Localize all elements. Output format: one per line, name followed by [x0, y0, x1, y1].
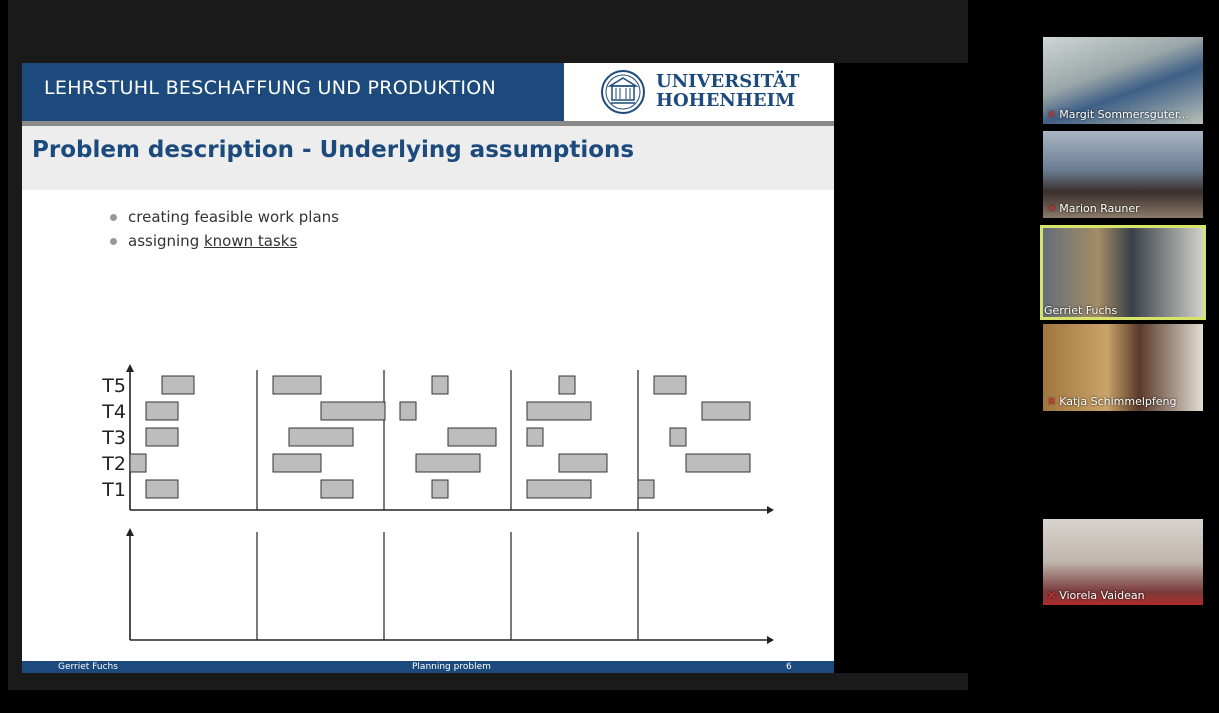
task-bar-t2-period-4 [558, 453, 608, 473]
task-bar-t5-period-5 [653, 375, 687, 395]
task-bar-t3-period-3 [447, 427, 497, 447]
task-bar-t1-period-2 [320, 479, 354, 499]
task-bar-t4-period-3 [399, 401, 417, 421]
task-bar-t5-period-1 [161, 375, 195, 395]
participant-tile-5[interactable]: ✕ Viorela Vaidean [1043, 519, 1203, 605]
task-bar-t4-period-4 [526, 401, 592, 421]
task-bar-t1-period-5 [637, 479, 655, 499]
footer-page-number: 6 [786, 662, 792, 672]
participant-name-tag: ✕ Katja Schimmelpfeng [1047, 395, 1176, 408]
task-label-t5: T5 [101, 375, 126, 397]
university-logo: UNIVERSITÄT HOHENHEIM [564, 63, 834, 121]
participant-tile-4[interactable]: ✕ Katja Schimmelpfeng [1043, 324, 1203, 411]
bullet-item: creating feasible work plans [106, 205, 339, 229]
task-bar-t3-period-2 [288, 427, 354, 447]
task-bar-t5-period-2 [272, 375, 322, 395]
task-bar-t2-period-2 [272, 453, 322, 473]
participant-name: Gerriet Fuchs [1044, 304, 1118, 317]
participant-name-tag: ✕ Margit Sommersguter... [1047, 108, 1189, 121]
x-axis-lower-arrow-icon [767, 636, 774, 644]
task-bar-t2-period-3 [415, 453, 481, 473]
gantt-chart: T5 T4 T3 T2 T1 [101, 364, 774, 644]
university-name: UNIVERSITÄT HOHENHEIM [656, 72, 799, 110]
participant-name: Katja Schimmelpfeng [1059, 395, 1177, 408]
mic-muted-icon: ✕ [1047, 202, 1057, 215]
bullet-dot-icon [110, 214, 117, 221]
mic-muted-icon: ✕ [1047, 395, 1057, 408]
task-bar-t1-period-1 [145, 479, 179, 499]
bullet-text: creating feasible work plans [128, 208, 339, 226]
task-bar-t4-period-2 [320, 401, 386, 421]
bullet-item: assigning known tasks [106, 229, 339, 253]
footer-author: Gerriet Fuchs [58, 662, 118, 672]
footer-topic: Planning problem [412, 662, 491, 672]
participant-tile-2[interactable]: ✕ Marion Rauner [1043, 131, 1203, 218]
task-bar-t2-period-5 [685, 453, 751, 473]
slide-header-band: LEHRSTUHL BESCHAFFUNG UND PRODUKTION [22, 63, 564, 121]
participant-tile-video-off[interactable] [1040, 607, 1206, 709]
task-bar-t3-period-5 [669, 427, 687, 447]
university-seal-icon [601, 70, 645, 114]
participant-tile-3-active-speaker[interactable]: Gerriet Fuchs [1040, 225, 1206, 320]
task-bar-t1-period-4 [526, 479, 592, 499]
task-label-t2: T2 [101, 453, 126, 475]
participant-name: Viorela Vaidean [1059, 589, 1145, 602]
mic-muted-icon: ✕ [1047, 108, 1057, 121]
task-bar-t4-period-1 [145, 401, 179, 421]
task-label-t3: T3 [101, 427, 126, 449]
bullet-list: creating feasible work plans assigning k… [106, 205, 339, 253]
participant-name-tag: Gerriet Fuchs [1044, 304, 1117, 317]
participant-name: Margit Sommersguter... [1059, 108, 1189, 121]
task-bar-t5-period-3 [431, 375, 449, 395]
x-axis-upper-arrow-icon [767, 506, 774, 514]
participant-tile-video-off[interactable] [1040, 413, 1206, 515]
participant-name-tag: ✕ Marion Rauner [1047, 202, 1140, 215]
slide-footer: Gerriet Fuchs Planning problem 6 [22, 661, 834, 673]
participant-tile-1[interactable]: ✕ Margit Sommersguter... [1043, 37, 1203, 124]
task-bar-t4-period-5 [701, 401, 751, 421]
task-bar-t1-period-3 [431, 479, 449, 499]
mic-muted-icon: ✕ [1047, 589, 1057, 602]
task-label-t4: T4 [101, 401, 126, 423]
participant-name-tag: ✕ Viorela Vaidean [1047, 589, 1145, 602]
participant-name: Marion Rauner [1059, 202, 1140, 215]
slide-margin [834, 63, 970, 673]
presentation-slide: LEHRSTUHL BESCHAFFUNG UND PRODUKTION UNI… [22, 63, 834, 673]
task-bar-t3-period-1 [145, 427, 179, 447]
task-bar-t2-period-1 [129, 453, 147, 473]
university-name-line2: HOHENHEIM [656, 90, 795, 111]
slide-title: Problem description - Underlying assumpt… [32, 137, 635, 163]
task-bar-t3-period-4 [526, 427, 544, 447]
bullet-underlined-text: known tasks [203, 232, 298, 250]
chair-name: LEHRSTUHL BESCHAFFUNG UND PRODUKTION [44, 77, 497, 99]
university-name-line1: UNIVERSITÄT [656, 71, 800, 92]
task-label-t1: T1 [101, 479, 126, 501]
task-bar-t5-period-4 [558, 375, 576, 395]
bullet-dot-icon [110, 238, 117, 245]
y-axis-lower-arrow-icon [126, 528, 134, 536]
y-axis-upper-arrow-icon [126, 364, 134, 372]
meeting-window: LEHRSTUHL BESCHAFFUNG UND PRODUKTION UNI… [0, 0, 1219, 713]
bullet-text: assigning [128, 232, 204, 250]
